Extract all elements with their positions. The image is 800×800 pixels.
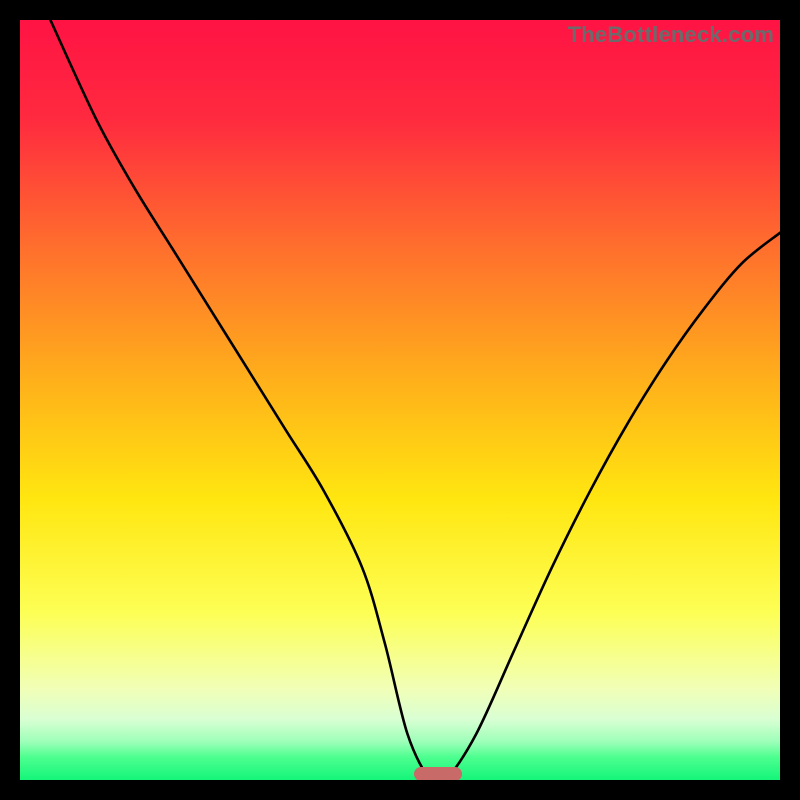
watermark-text: TheBottleneck.com (568, 22, 774, 48)
chart-frame: TheBottleneck.com (0, 0, 800, 800)
bottleneck-curve (50, 20, 780, 780)
optimal-marker (414, 767, 462, 780)
plot-area: TheBottleneck.com (20, 20, 780, 780)
curve-layer (20, 20, 780, 780)
